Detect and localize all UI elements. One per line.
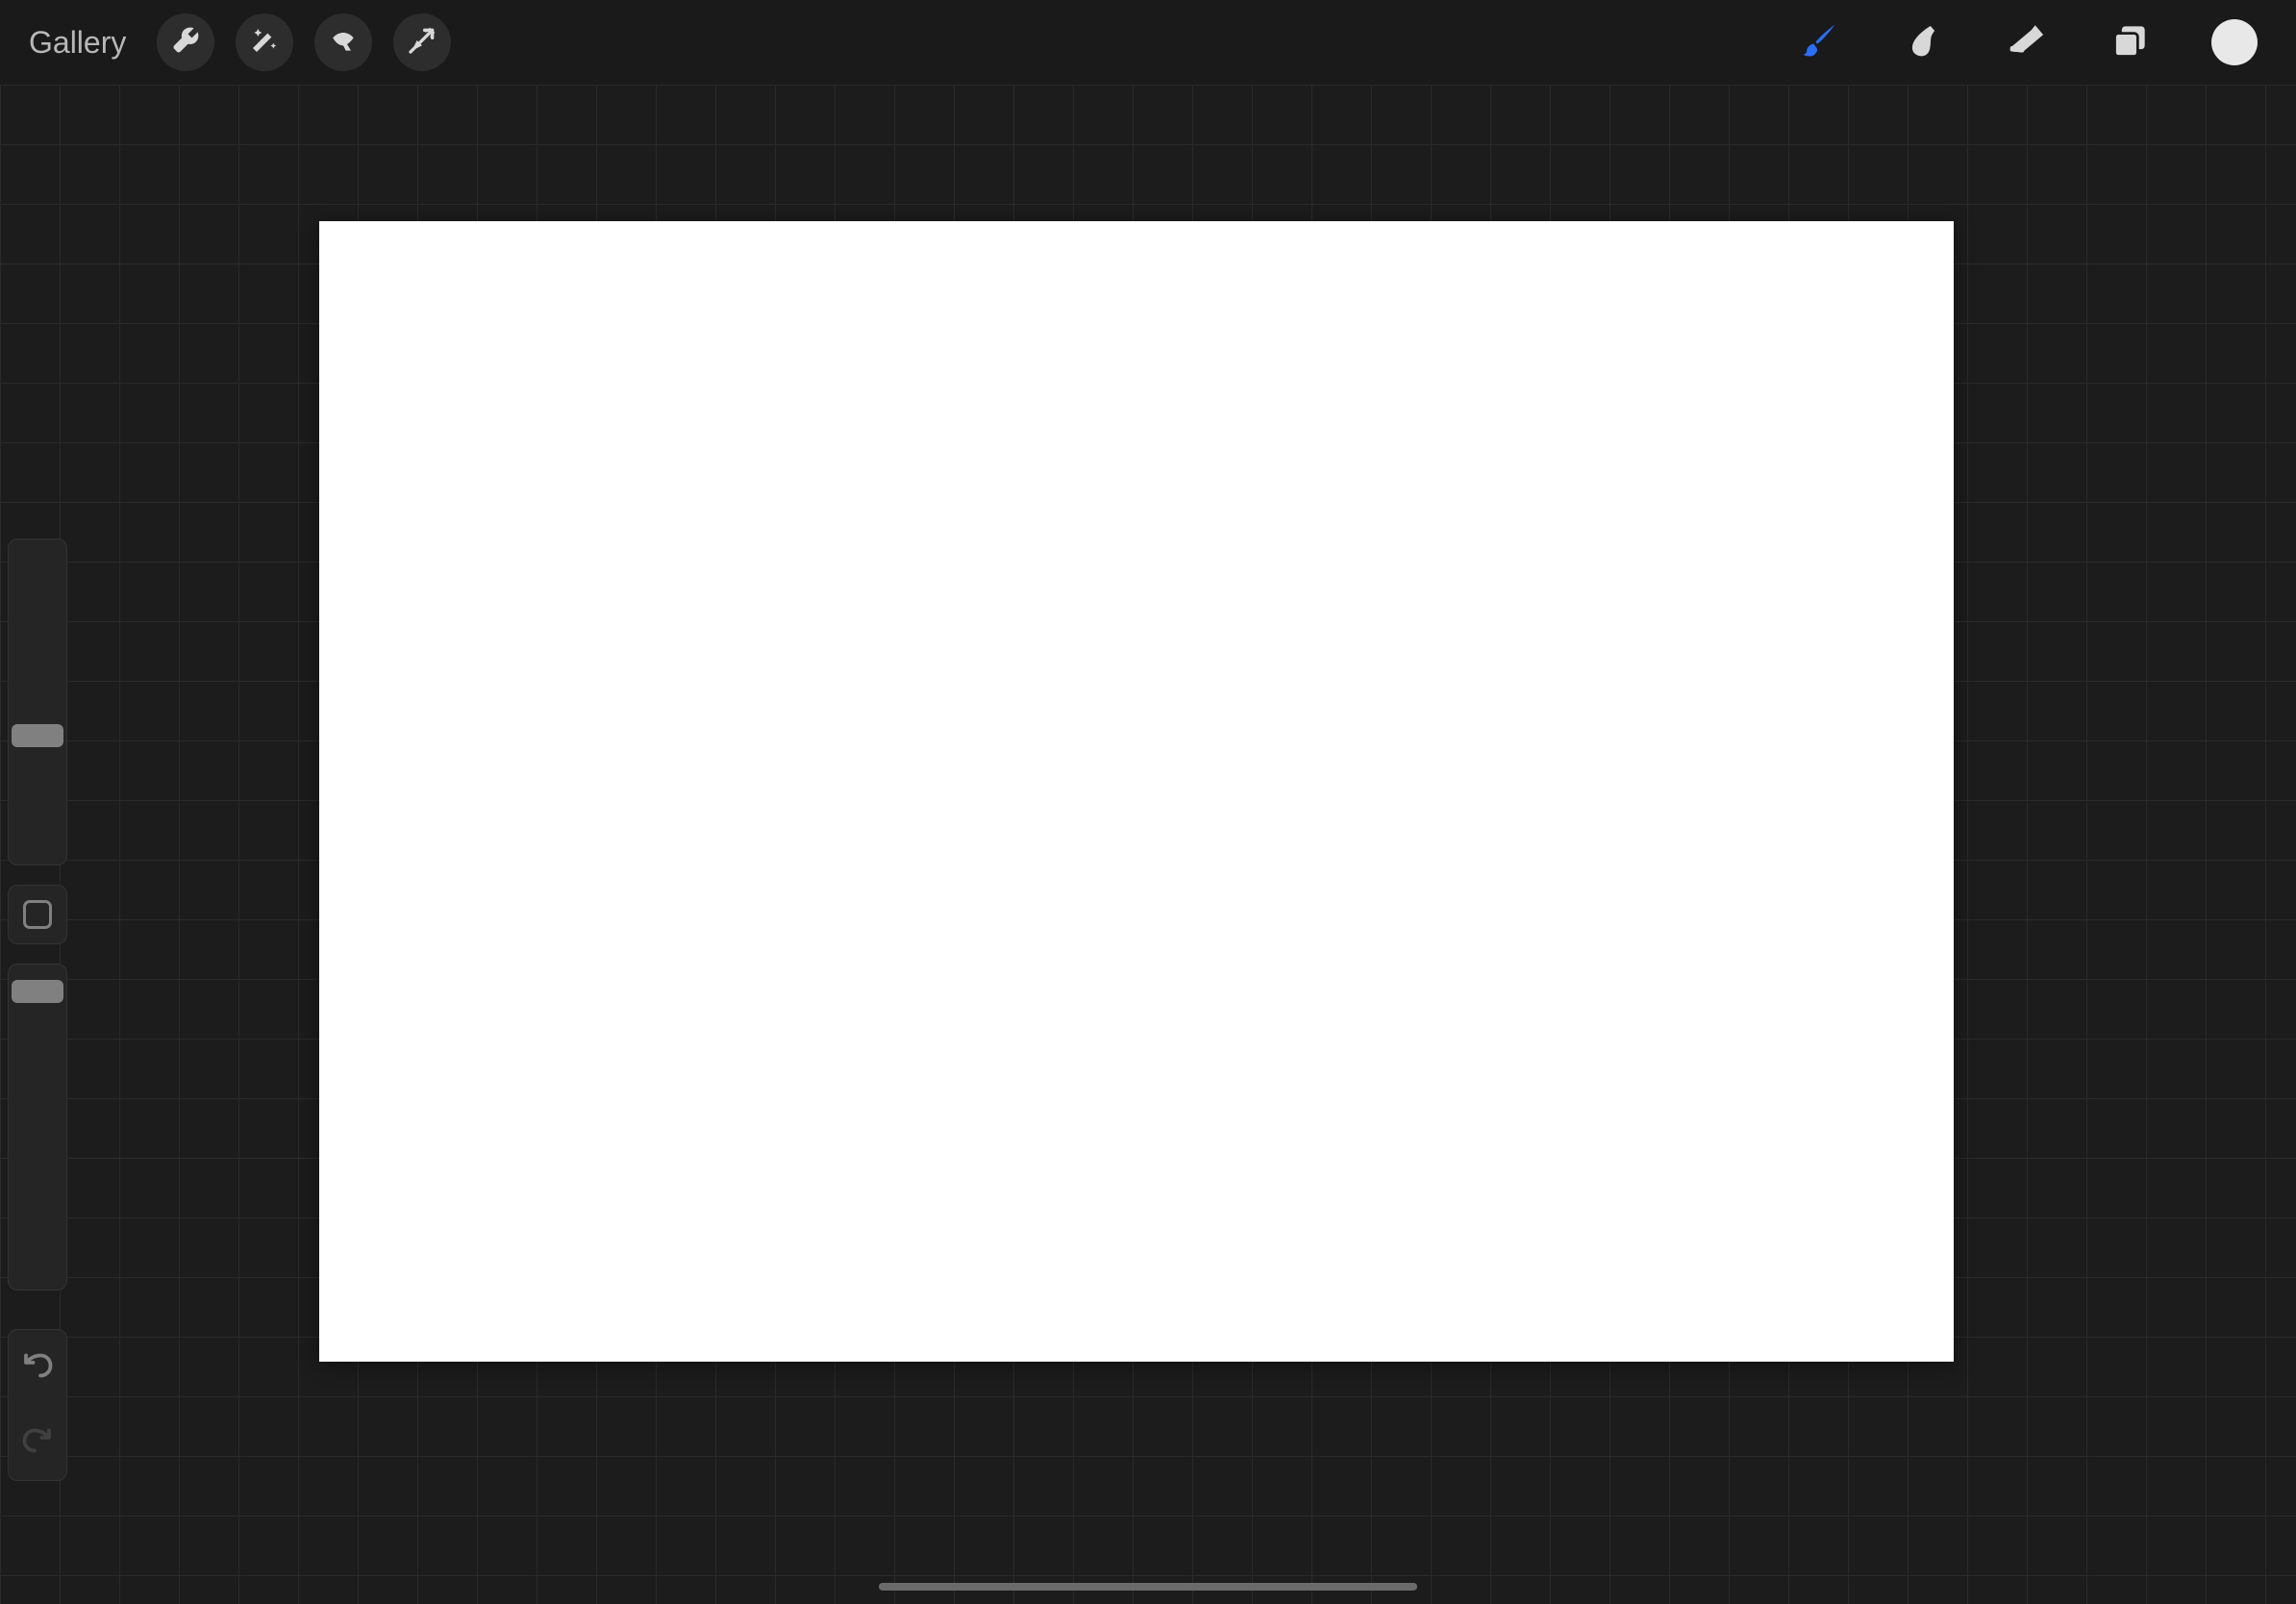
brush-tool-button[interactable] [1796,19,1842,65]
modify-button[interactable] [8,885,67,944]
color-picker-button[interactable] [2211,19,2258,65]
opacity-slider-thumb[interactable] [12,980,63,1003]
actions-button[interactable] [157,13,214,71]
redo-button[interactable] [9,1405,66,1480]
left-sidebar [0,539,75,1481]
selection-icon [328,25,359,61]
selection-button[interactable] [314,13,372,71]
wrench-icon [170,25,201,61]
brush-size-slider[interactable] [8,539,67,865]
smudge-icon [1902,19,1944,66]
adjustments-button[interactable] [236,13,293,71]
opacity-slider[interactable] [8,964,67,1291]
layers-icon [2109,19,2152,66]
square-icon [23,900,52,929]
toolbar-left-group: Gallery [19,13,451,71]
top-toolbar: Gallery [0,0,2296,85]
brush-size-slider-thumb[interactable] [12,724,63,747]
magic-wand-icon [249,25,280,61]
toolbar-right-group [1796,19,2277,65]
eraser-tool-button[interactable] [2004,19,2050,65]
cursor-arrow-icon [407,25,437,61]
layers-button[interactable] [2108,19,2154,65]
smudge-tool-button[interactable] [1900,19,1946,65]
undo-redo-group [8,1329,67,1481]
eraser-icon [2006,19,2048,66]
drawing-canvas[interactable] [319,221,1954,1362]
redo-icon [20,1423,55,1463]
transform-button[interactable] [393,13,451,71]
undo-button[interactable] [9,1330,66,1405]
home-indicator[interactable] [879,1583,1417,1591]
gallery-button[interactable]: Gallery [19,25,136,61]
undo-icon [20,1348,55,1388]
paintbrush-icon [1798,19,1840,66]
